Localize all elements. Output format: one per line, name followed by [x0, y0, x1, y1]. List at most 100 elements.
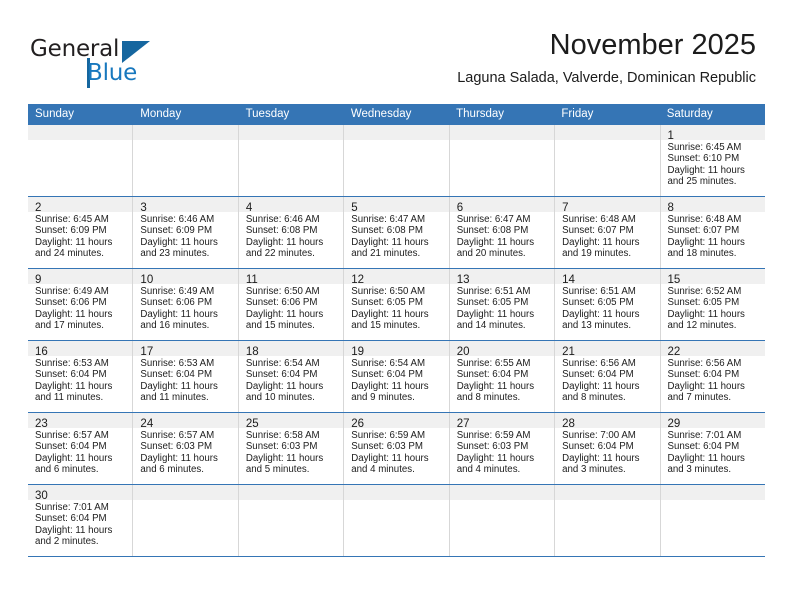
- day-cell[interactable]: 28 Sunrise: 7:00 AM Sunset: 6:04 PM Dayligh…: [555, 413, 661, 484]
- day-cell-details: Sunrise: 6:57 AM Sunset: 6:04 PM Daylight:…: [28, 428, 132, 475]
- day-cell[interactable]: 18 Sunrise: 6:54 AM Sunset: 6:04 PM Dayligh…: [238, 341, 345, 412]
- day-detail-line: Sunrise: 6:57 AM: [35, 430, 109, 441]
- day-cell-details: Sunrise: 6:51 AM Sunset: 6:05 PM Daylight:…: [555, 284, 659, 331]
- day-detail-line: Sunrise: 6:58 AM: [245, 430, 320, 441]
- day-detail-line: Daylight: 11 hours: [456, 236, 535, 248]
- day-number: 3: [140, 202, 147, 214]
- day-cell[interactable]: 2 Sunrise: 6:45 AM Sunset: 6:09 PM Daylight…: [28, 197, 134, 268]
- day-number: 13: [456, 274, 470, 286]
- day-cell-details: Sunrise: 6:46 AM Sunset: 6:09 PM Daylight:…: [133, 212, 237, 259]
- day-detail-line: Sunrise: 6:59 AM: [456, 430, 531, 441]
- day-cell[interactable]: 11 Sunrise: 6:50 AM Sunset: 6:06 PM Dayligh…: [238, 269, 345, 340]
- day-number: 16: [35, 346, 48, 358]
- day-detail-line: Sunrise: 6:47 AM: [351, 214, 426, 225]
- day-number: 27: [456, 418, 470, 430]
- day-detail-line: and 23 minutes.: [140, 247, 210, 259]
- day-detail-line: Sunset: 6:05 PM: [562, 297, 634, 309]
- day-cell-details: Sunrise: 6:49 AM Sunset: 6:06 PM Daylight:…: [133, 284, 237, 331]
- day-cell-details: Sunrise: 6:57 AM Sunset: 6:03 PM Daylight:…: [133, 428, 237, 475]
- day-detail-line: Sunset: 6:04 PM: [456, 369, 529, 381]
- day-cell[interactable]: 24 Sunrise: 6:57 AM Sunset: 6:03 PM Dayligh…: [133, 413, 239, 484]
- day-cell[interactable]: 9 Sunrise: 6:49 AM Sunset: 6:06 PM Daylight…: [28, 269, 134, 340]
- day-cell[interactable]: 3 Sunrise: 6:46 AM Sunset: 6:09 PM Daylight…: [133, 197, 239, 268]
- day-detail-line: and 12 minutes.: [667, 319, 737, 331]
- day-detail-line: Sunrise: 6:49 AM: [140, 286, 215, 297]
- day-cell[interactable]: 29 Sunrise: 7:01 AM Sunset: 6:04 PM Dayligh…: [660, 413, 765, 484]
- day-cell[interactable]: 22 Sunrise: 6:56 AM Sunset: 6:04 PM Dayligh…: [660, 341, 765, 412]
- day-detail-line: Daylight: 11 hours: [140, 236, 218, 248]
- day-cell[interactable]: 6 Sunrise: 6:47 AM Sunset: 6:08 PM Daylight…: [449, 197, 556, 268]
- day-cell[interactable]: 5 Sunrise: 6:47 AM Sunset: 6:08 PM Daylight…: [344, 197, 450, 268]
- day-cell[interactable]: 25 Sunrise: 6:58 AM Sunset: 6:03 PM Dayligh…: [238, 413, 345, 484]
- day-number-bar: [28, 125, 133, 140]
- day-detail-line: and 8 minutes.: [562, 391, 626, 403]
- day-cell-details: Sunrise: 6:50 AM Sunset: 6:05 PM Daylight:…: [344, 284, 448, 331]
- day-cell[interactable]: 16 Sunrise: 6:53 AM Sunset: 6:04 PM Dayligh…: [28, 341, 134, 412]
- day-detail-line: and 7 minutes.: [667, 391, 732, 403]
- day-cell[interactable]: 27 Sunrise: 6:59 AM Sunset: 6:03 PM Dayligh…: [449, 413, 556, 484]
- day-cell[interactable]: 13 Sunrise: 6:51 AM Sunset: 6:05 PM Dayligh…: [449, 269, 556, 340]
- day-cell[interactable]: 26 Sunrise: 6:59 AM Sunset: 6:03 PM Dayligh…: [344, 413, 450, 484]
- calendar-body: 1 Sunrise: 6:45 AM Sunset: 6:10 PM Daylight…: [28, 125, 765, 557]
- day-cell[interactable]: 23 Sunrise: 6:57 AM Sunset: 6:04 PM Dayligh…: [28, 413, 134, 484]
- day-cell-details: Sunrise: 6:50 AM Sunset: 6:06 PM Daylight:…: [239, 284, 343, 331]
- day-cell[interactable]: 30 Sunrise: 7:01 AM Sunset: 6:04 PM Dayligh…: [28, 485, 134, 556]
- day-detail-line: and 4 minutes.: [351, 463, 415, 475]
- general-blue-logo[interactable]: General Blue: [30, 36, 210, 90]
- day-number-bar: 10: [133, 269, 238, 286]
- day-cell-details: [133, 140, 237, 142]
- day-cell[interactable]: 12 Sunrise: 6:50 AM Sunset: 6:05 PM Dayligh…: [344, 269, 450, 340]
- day-cell-empty: [238, 485, 345, 556]
- day-cell[interactable]: 20 Sunrise: 6:55 AM Sunset: 6:04 PM Dayligh…: [449, 341, 556, 412]
- day-cell-empty: [133, 485, 239, 556]
- day-detail-line: and 18 minutes.: [667, 247, 737, 259]
- day-number: 15: [667, 274, 681, 286]
- page-title: November 2025: [549, 29, 756, 61]
- day-detail-line: Sunrise: 6:46 AM: [140, 214, 215, 225]
- day-detail-line: Sunset: 6:05 PM: [667, 297, 740, 309]
- day-cell[interactable]: 1 Sunrise: 6:45 AM Sunset: 6:10 PM Daylight…: [660, 125, 765, 196]
- day-number: 10: [140, 274, 154, 286]
- day-detail-line: Daylight: 11 hours: [35, 380, 113, 392]
- day-cell[interactable]: 19 Sunrise: 6:54 AM Sunset: 6:04 PM Dayligh…: [344, 341, 450, 412]
- day-number-bar: 18: [238, 341, 344, 358]
- day-number-bar: [660, 485, 765, 500]
- day-cell[interactable]: 4 Sunrise: 6:46 AM Sunset: 6:08 PM Daylight…: [238, 197, 345, 268]
- day-cell[interactable]: 8 Sunrise: 6:48 AM Sunset: 6:07 PM Daylight…: [660, 197, 765, 268]
- day-number-bar: 26: [344, 413, 449, 430]
- day-number-bar: 1: [660, 125, 765, 142]
- day-cell[interactable]: 17 Sunrise: 6:53 AM Sunset: 6:04 PM Dayligh…: [133, 341, 239, 412]
- logo-text-blue: Blue: [87, 60, 138, 86]
- day-number-bar: 16: [28, 341, 133, 358]
- day-cell[interactable]: 10 Sunrise: 6:49 AM Sunset: 6:06 PM Dayligh…: [133, 269, 239, 340]
- weekday-header-thursday: Thursday: [456, 108, 505, 120]
- day-detail-line: and 10 minutes.: [245, 391, 315, 403]
- day-number-bar: [449, 125, 555, 140]
- day-number: 12: [351, 274, 365, 286]
- calendar-week-row: 9 Sunrise: 6:49 AM Sunset: 6:06 PM Daylight…: [28, 269, 765, 341]
- day-cell-empty: [449, 125, 556, 196]
- day-cell[interactable]: 14 Sunrise: 6:51 AM Sunset: 6:05 PM Dayligh…: [555, 269, 661, 340]
- day-number-bar: [344, 485, 449, 500]
- day-cell-details: Sunrise: 6:52 AM Sunset: 6:05 PM Daylight:…: [661, 284, 765, 331]
- weekday-header-friday: Friday: [561, 108, 594, 120]
- day-detail-line: Daylight: 11 hours: [456, 452, 535, 464]
- day-number: 17: [140, 346, 154, 358]
- day-cell[interactable]: 7 Sunrise: 6:48 AM Sunset: 6:07 PM Daylight…: [555, 197, 661, 268]
- day-number-bar: 21: [555, 341, 660, 358]
- day-cell-details: Sunrise: 6:59 AM Sunset: 6:03 PM Daylight:…: [450, 428, 554, 475]
- day-number: 25: [245, 418, 259, 430]
- logo-text-general: General: [30, 36, 120, 62]
- calendar-week-row: 23 Sunrise: 6:57 AM Sunset: 6:04 PM Dayligh…: [28, 413, 765, 485]
- day-cell[interactable]: 15 Sunrise: 6:52 AM Sunset: 6:05 PM Dayligh…: [660, 269, 765, 340]
- day-detail-line: Sunset: 6:08 PM: [351, 225, 423, 237]
- day-cell-details: Sunrise: 6:54 AM Sunset: 6:04 PM Daylight:…: [344, 356, 448, 403]
- day-detail-line: and 2 minutes.: [35, 535, 99, 547]
- day-cell[interactable]: 21 Sunrise: 6:56 AM Sunset: 6:04 PM Dayligh…: [555, 341, 661, 412]
- day-detail-line: Sunset: 6:08 PM: [245, 225, 318, 237]
- day-cell-empty: [344, 125, 450, 196]
- day-detail-line: and 17 minutes.: [35, 319, 104, 331]
- day-number: 20: [456, 346, 470, 358]
- day-cell-empty: [555, 125, 661, 196]
- day-detail-line: and 3 minutes.: [562, 463, 626, 475]
